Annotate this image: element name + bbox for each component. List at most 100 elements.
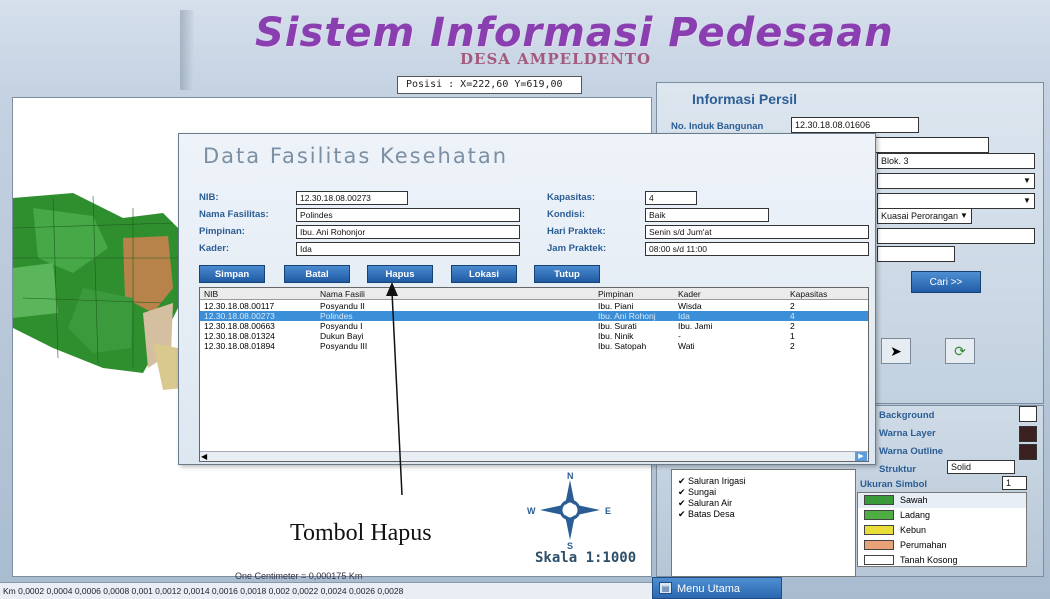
cell-pimpinan: Ibu. Ani Rohonj	[598, 311, 656, 321]
map-scale-text: Skala 1:1000	[535, 550, 637, 566]
layer-item-label: Batas Desa	[688, 509, 735, 519]
kondisi-field[interactable]: Baik	[645, 208, 769, 222]
layer-item[interactable]: ✔ Sungai	[678, 487, 849, 498]
background-color-swatch[interactable]	[1019, 406, 1037, 422]
kondisi-label: Kondisi:	[547, 209, 585, 220]
cell-kader: Ibu. Jami	[678, 321, 713, 331]
symbol-row[interactable]: Perumahan	[858, 538, 1026, 553]
cell-nib: 12.30.18.08.00117	[204, 301, 275, 311]
menu-utama-button[interactable]: ▤ Menu Utama	[652, 577, 782, 599]
jam-praktek-field[interactable]: 08:00 s/d 11:00	[645, 242, 869, 256]
refresh-tool-button[interactable]: ⟳	[945, 338, 975, 364]
no-induk-field[interactable]: 12.30.18.08.01606	[791, 117, 919, 133]
cell-nama: Posyandu III	[320, 341, 368, 351]
table-header: NIB Nama Fasili Pimpinan Kader Kapasitas	[200, 288, 868, 300]
layer-item[interactable]: ✔ Saluran Air	[678, 498, 849, 509]
simpan-button[interactable]: Simpan	[199, 265, 265, 283]
chevron-down-icon: ▼	[960, 211, 968, 220]
jam-praktek-label: Jam Praktek:	[547, 243, 607, 254]
table-row[interactable]: 12.30.18.08.00663 Posyandu I Ibu. Surati…	[200, 321, 868, 331]
position-readout: Posisi : X=222,60 Y=619,00	[397, 76, 582, 94]
refresh-icon: ⟳	[954, 343, 966, 359]
cell-nama: Posyandu II	[320, 301, 365, 311]
kapasitas-field[interactable]: 4	[645, 191, 697, 205]
col-header-kapasitas[interactable]: Kapasitas	[790, 288, 827, 300]
nib-field[interactable]: 12.30.18.08.00273	[296, 191, 408, 205]
col-header-kader[interactable]: Kader	[678, 288, 701, 300]
kader-label: Kader:	[199, 243, 230, 254]
kader-field[interactable]: Ida	[296, 242, 520, 256]
col-header-nib[interactable]: NIB	[204, 288, 218, 300]
blok-field[interactable]: Blok. 3	[877, 153, 1035, 169]
status-value: Kuasai Perorangan	[881, 211, 959, 221]
cell-kapasitas: 2	[790, 301, 795, 311]
info-field-4[interactable]	[877, 246, 955, 262]
cell-nib: 12.30.18.08.01894	[204, 341, 275, 351]
layer-color-swatch[interactable]	[1019, 426, 1037, 442]
symbol-row[interactable]: Kebun	[858, 523, 1026, 538]
info-dropdown-2[interactable]: ▼	[877, 193, 1035, 209]
col-header-pimpinan[interactable]: Pimpinan	[598, 288, 633, 300]
pimpinan-field[interactable]: Ibu. Ani Rohonjor	[296, 225, 520, 239]
cari-button[interactable]: Cari >>	[911, 271, 981, 293]
chevron-down-icon: ▼	[1023, 196, 1031, 205]
scale-ticks: Km 0,0002 0,0004 0,0006 0,0008 0,001 0,0…	[3, 586, 404, 596]
scroll-left-icon[interactable]: ◀	[201, 452, 207, 462]
symbol-list[interactable]: Sawah Ladang Kebun Perumahan Tanah Koson…	[857, 492, 1027, 567]
table-row[interactable]: 12.30.18.08.00117 Posyandu II Ibu. Piani…	[200, 301, 868, 311]
table-row[interactable]: 12.30.18.08.01324 Dukun Bayi Ibu. Ninik …	[200, 331, 868, 341]
tutup-button[interactable]: Tutup	[534, 265, 600, 283]
compass-rose: N S W E	[525, 470, 615, 555]
symbol-row[interactable]: Sawah	[858, 493, 1026, 508]
info-dropdown-1[interactable]: ▼	[877, 173, 1035, 189]
hari-praktek-field[interactable]: Senin s/d Jum'at	[645, 225, 869, 239]
pimpinan-label: Pimpinan:	[199, 226, 245, 237]
info-field-3[interactable]	[877, 228, 1035, 244]
nama-fasilitas-field[interactable]: Polindes	[296, 208, 520, 222]
symbol-row[interactable]: Ladang	[858, 508, 1026, 523]
symbol-name: Ladang	[900, 510, 931, 520]
col-header-nama[interactable]: Nama Fasili	[320, 288, 365, 300]
layer-item[interactable]: ✔ Saluran Irigasi	[678, 476, 849, 487]
table-row[interactable]: 12.30.18.08.01894 Posyandu III Ibu. Sato…	[200, 341, 868, 351]
symbol-name: Sawah	[900, 495, 928, 505]
outline-color-swatch[interactable]	[1019, 444, 1037, 460]
symbol-row[interactable]: Tanah Kosong	[858, 553, 1026, 568]
layer-item[interactable]: ✔ Batas Desa	[678, 509, 849, 520]
tombol-hapus-annotation: Tombol Hapus	[290, 520, 432, 546]
info-title: Informasi Persil	[692, 91, 798, 107]
scroll-right-icon[interactable]: ▶	[855, 452, 867, 461]
cell-pimpinan: Ibu. Surati	[598, 321, 637, 331]
cell-kapasitas: 2	[790, 341, 795, 351]
no-induk-label: No. Induk Bangunan	[671, 121, 764, 132]
compass-e: E	[605, 506, 611, 516]
cell-kader: -	[678, 331, 681, 341]
menu-icon: ▤	[659, 582, 672, 594]
lokasi-button[interactable]: Lokasi	[451, 265, 517, 283]
hapus-button[interactable]: Hapus	[367, 265, 433, 283]
ukuran-stepper[interactable]: 1	[1002, 476, 1027, 490]
status-dropdown[interactable]: Kuasai Perorangan ▼	[877, 208, 972, 224]
menu-utama-label: Menu Utama	[677, 583, 740, 595]
app-window: Sistem Informasi Pedesaan DESA AMPELDENT…	[0, 0, 1050, 599]
horizontal-scrollbar[interactable]: ◀ ▶	[200, 451, 868, 461]
symbol-name: Tanah Kosong	[900, 555, 958, 565]
batal-button[interactable]: Batal	[284, 265, 350, 283]
struktur-dropdown[interactable]: Solid	[947, 460, 1015, 474]
symbol-name: Perumahan	[900, 540, 947, 550]
pointer-tool-button[interactable]: ➤	[881, 338, 911, 364]
scale-bar: One Centimeter = 0,000175 Km Km 0,0002 0…	[0, 571, 652, 599]
data-fasilitas-kesehatan-dialog: Data Fasilitas Kesehatan NIB: 12.30.18.0…	[178, 133, 876, 465]
cell-nib: 12.30.18.08.00273	[204, 311, 275, 321]
table-row-selected[interactable]: 12.30.18.08.00273 Polindes Ibu. Ani Roho…	[200, 311, 868, 321]
cell-pimpinan: Ibu. Piani	[598, 301, 634, 311]
fasilitas-table[interactable]: NIB Nama Fasili Pimpinan Kader Kapasitas…	[199, 287, 869, 462]
layer-item-label: Saluran Air	[688, 498, 733, 508]
symbol-swatch	[864, 540, 894, 550]
warna-layer-label: Warna Layer	[879, 428, 936, 439]
cell-kader: Wati	[678, 341, 695, 351]
cell-kapasitas: 4	[790, 311, 795, 321]
layer-list[interactable]: ✔ Saluran Irigasi ✔ Sungai ✔ Saluran Air…	[671, 469, 856, 577]
cell-kader: Ida	[678, 311, 690, 321]
tower-decoration	[180, 10, 194, 90]
